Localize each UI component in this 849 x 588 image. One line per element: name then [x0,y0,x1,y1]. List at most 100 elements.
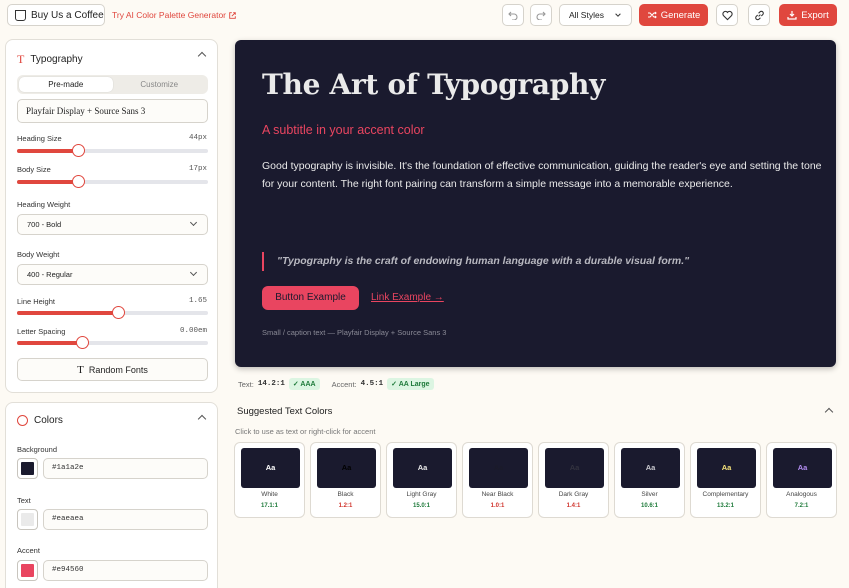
preview-button[interactable]: Button Example [262,286,359,310]
random-fonts-button[interactable]: T Random Fonts [17,358,208,381]
accent-contrast-badge: ✓ AA Large [387,378,434,390]
type-icon: T [17,52,25,66]
letter-spacing-value: 0.00em [179,327,207,335]
font-pair-select[interactable]: Playfair Display + Source Sans 3 [17,99,208,123]
suggested-color-card[interactable]: Aa Complementary 13.2:1 [690,442,761,518]
heading-size-value: 44px [188,134,207,142]
preview-link[interactable]: Link Example → [371,292,444,303]
coffee-cup-icon [15,9,26,21]
heading-weight-label: Heading Weight [17,200,71,209]
accent-contrast-label: Accent: [331,379,357,389]
suggested-color-sample: Aa [697,448,756,488]
collapse-suggested-icon[interactable] [824,407,834,417]
text-swatch[interactable] [17,509,38,530]
suggested-color-ratio: 7.2:1 [794,503,809,509]
suggested-color-ratio: 13.2:1 [716,503,734,509]
heading-size-label: Heading Size [17,134,62,143]
favorite-button[interactable] [716,4,738,26]
external-link-icon [229,11,236,19]
suggested-color-ratio: 10.6:1 [640,503,658,509]
preview-body: Good typography is invisible. It's the f… [262,160,822,190]
suggested-color-sample: Aa [621,448,680,488]
suggested-color-card[interactable]: Aa Dark Gray 1.4:1 [538,442,609,518]
font-mode-tabs: Pre-made Customize [17,75,208,94]
line-height-slider-thumb[interactable] [112,306,126,319]
undo-button[interactable] [502,4,524,26]
body-size-slider-thumb[interactable] [72,175,86,188]
export-button[interactable]: Export [779,4,837,26]
background-color-row: #1a1a2e [17,458,208,479]
body-weight-select[interactable]: 400 - Regular [17,264,208,285]
suggested-color-name: Analogous [786,491,817,498]
body-size-slider[interactable] [17,175,208,188]
background-swatch-fill [21,462,34,475]
letter-spacing-slider-thumb[interactable] [75,336,89,349]
suggested-color-card[interactable]: Aa Near Black 1.0:1 [462,442,533,518]
redo-button[interactable] [530,4,552,26]
buy-coffee-button[interactable]: Buy Us a Coffee [7,4,105,26]
random-fonts-label: Random Fonts [88,364,148,375]
suggested-color-name: Black [337,491,354,498]
line-height-slider-fill [17,311,119,315]
top-bar: Buy Us a Coffee Try AI Color Palette Gen… [0,0,849,30]
heading-size-slider-fill [17,149,79,153]
buy-coffee-label: Buy Us a Coffee [31,9,104,21]
suggested-color-card[interactable]: Aa Light Gray 15.0:1 [386,442,457,518]
text-color-label: Text [17,496,31,505]
line-height-slider[interactable] [17,306,208,319]
suggested-colors-title: Suggested Text Colors [237,406,333,417]
tab-customize[interactable]: Customize [113,77,207,92]
colors-title: Colors [34,415,63,426]
text-hex-input[interactable]: #eaeaea [43,509,208,530]
body-size-label: Body Size [17,165,51,174]
collapse-colors-icon[interactable] [197,414,207,424]
chevron-down-icon [615,13,621,17]
body-weight-value: 400 - Regular [27,270,73,279]
generate-button[interactable]: Generate [639,4,708,26]
typography-title: Typography [30,54,83,65]
background-hex-input[interactable]: #1a1a2e [43,458,208,479]
collapse-typography-icon[interactable] [197,51,207,61]
suggested-color-card[interactable]: Aa Analogous 7.2:1 [766,442,837,518]
heading-size-slider-thumb[interactable] [72,144,86,157]
background-swatch[interactable] [17,458,38,479]
share-link-button[interactable] [748,4,770,26]
export-label: Export [801,9,829,21]
type-icon: T [77,363,84,376]
generate-label: Generate [660,9,701,21]
letter-spacing-slider[interactable] [17,336,208,349]
text-contrast-badge: ✓ AAA [288,378,320,390]
styles-select[interactable]: All Styles [559,4,632,26]
letter-spacing-slider-fill [17,341,82,345]
colors-panel-header[interactable]: Colors [17,415,63,426]
suggested-color-name: Silver [641,491,658,498]
heading-weight-select[interactable]: 700 - Bold [17,214,208,235]
suggested-color-name: Complementary [702,491,749,498]
suggested-color-card[interactable]: Aa Silver 10.6:1 [614,442,685,518]
typography-panel-header[interactable]: T Typography [17,52,83,67]
colors-panel: Colors Background #1a1a2e Text #eaeaea A… [5,402,218,588]
suggested-color-name: Dark Gray [558,491,589,498]
suggested-color-name: White [261,491,278,498]
redo-icon [536,11,546,20]
ai-palette-link[interactable]: Try AI Color Palette Generator [112,10,236,20]
palette-icon [17,415,28,426]
text-contrast-ratio: 14.2:1 [257,380,285,388]
undo-icon [508,11,518,20]
heading-size-slider[interactable] [17,144,208,157]
tab-pre-made[interactable]: Pre-made [19,77,113,92]
download-icon [787,11,797,20]
suggested-color-card[interactable]: Aa Black 1.2:1 [310,442,381,518]
suggested-color-card[interactable]: Aa White 17.1:1 [234,442,305,518]
chevron-down-icon [189,218,198,227]
letter-spacing-label: Letter Spacing [17,327,66,336]
typography-preview: The Art of Typography A subtitle in your… [235,40,836,367]
accent-color-row: #e94560 [17,560,208,581]
suggested-color-ratio: 17.1:1 [260,503,278,509]
background-color-label: Background [17,445,58,454]
suggested-color-sample: Aa [241,448,300,488]
body-weight-label: Body Weight [17,250,60,259]
styles-select-value: All Styles [569,10,604,20]
accent-swatch[interactable] [17,560,38,581]
accent-hex-input[interactable]: #e94560 [43,560,208,581]
